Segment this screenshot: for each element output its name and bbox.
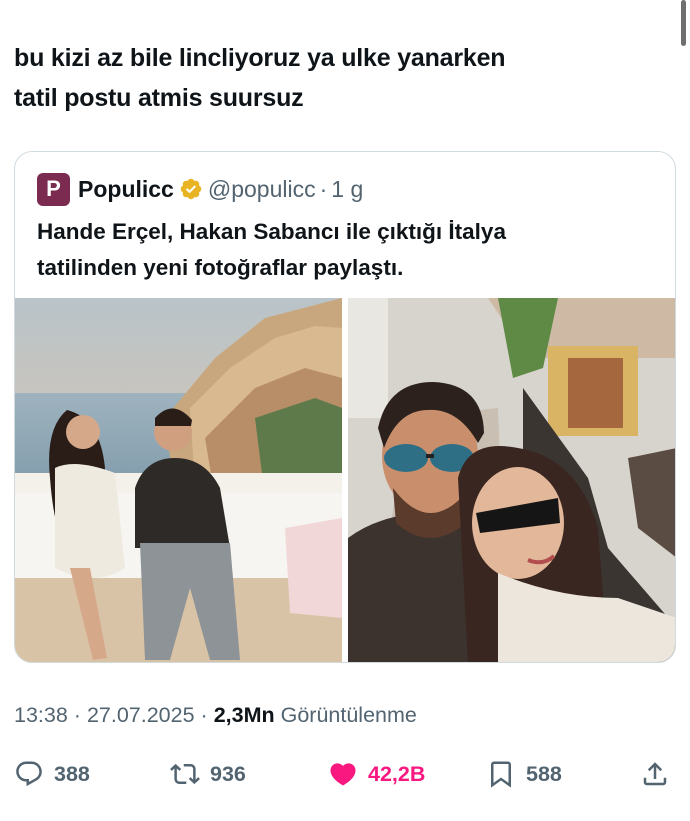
- quoted-handle[interactable]: @populicc: [208, 176, 316, 203]
- meta-separator: ·: [200, 703, 208, 727]
- repost-count: 936: [210, 761, 246, 786]
- tweet-date[interactable]: 27.07.2025: [87, 703, 195, 727]
- tweet-action-bar: 388 936 42,2B 588: [0, 752, 690, 796]
- bookmark-count: 588: [526, 761, 562, 786]
- bookmark-icon: [491, 761, 511, 788]
- repost-button[interactable]: 936: [170, 752, 246, 796]
- views-label: Görüntülenme: [280, 703, 417, 727]
- views-count: 2,3Mn: [213, 703, 275, 727]
- reply-icon: [16, 761, 42, 787]
- photo-couple-seated[interactable]: [15, 298, 342, 662]
- repost-icon: [170, 763, 200, 785]
- header-separator: ·: [319, 175, 328, 202]
- quoted-tweet-card[interactable]: P Populicc @populicc · 1 g Hande Erçel, …: [14, 151, 676, 663]
- tweet-meta: 13:38 · 27.07.2025 · 2,3Mn Görüntülenme: [14, 703, 417, 728]
- reply-count: 388: [54, 761, 90, 786]
- tweet-text: bu kizi az bile lincliyoruz ya ulke yana…: [14, 38, 654, 118]
- quoted-timestamp[interactable]: 1 g: [331, 176, 363, 203]
- tweet-text-line-2: tatil postu atmis suursuz: [14, 84, 304, 112]
- verified-badge-icon: [179, 177, 203, 201]
- quoted-tweet-text: Hande Erçel, Hakan Sabancı ile çıktığı İ…: [37, 214, 657, 286]
- like-icon: [330, 763, 356, 786]
- quoted-display-name[interactable]: Populicc: [78, 176, 174, 203]
- bookmark-button[interactable]: 588: [486, 752, 562, 796]
- quoted-tweet-header: P Populicc @populicc · 1 g: [37, 172, 363, 206]
- quoted-media-grid: [15, 298, 675, 662]
- share-icon: [643, 762, 667, 786]
- quoted-text-line-2: tatilinden yeni fotoğraflar paylaştı.: [37, 255, 404, 280]
- quoted-text-line-1: Hande Erçel, Hakan Sabancı ile çıktığı İ…: [37, 219, 506, 244]
- like-button[interactable]: 42,2B: [328, 752, 425, 796]
- meta-separator: ·: [73, 703, 81, 727]
- tweet-time[interactable]: 13:38: [14, 703, 68, 727]
- like-count: 42,2B: [368, 761, 426, 786]
- quoted-avatar[interactable]: P: [37, 172, 70, 206]
- photo-couple-selfie[interactable]: [348, 298, 675, 662]
- scrollbar[interactable]: [681, 0, 686, 46]
- reply-button[interactable]: 388: [14, 752, 90, 796]
- share-button[interactable]: [640, 752, 670, 796]
- tweet-text-line-1: bu kizi az bile lincliyoruz ya ulke yana…: [14, 44, 506, 72]
